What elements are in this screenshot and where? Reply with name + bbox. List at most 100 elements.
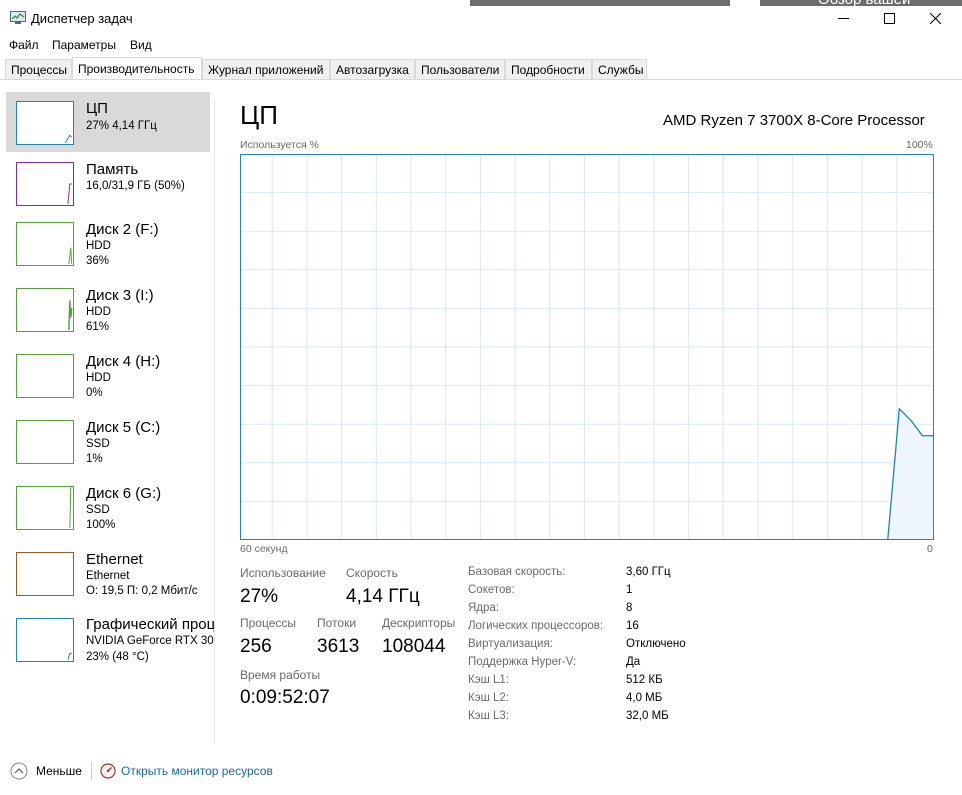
sidebar-item-disk-3[interactable]: Диск 3 (I:) HDD 61%	[6, 282, 210, 342]
disk-thumbnail	[16, 288, 74, 332]
minimize-button[interactable]	[820, 0, 866, 36]
sidebar-item-detail: 36%	[86, 255, 110, 267]
sidebar-item-name: Память	[86, 161, 139, 178]
sidebar-item-detail: О: 19,5 П: 0,2 Мбит/с	[86, 585, 198, 597]
cache-l3-value: 32,0 МБ	[626, 710, 669, 722]
cache-l2-value: 4,0 МБ	[626, 692, 663, 704]
threads-label: Потоки	[317, 616, 357, 630]
logical-processors-label: Логических процессоров:	[468, 620, 604, 632]
sidebar-item-name: Диск 4 (H:)	[86, 353, 161, 370]
sidebar-item-detail: 61%	[86, 321, 110, 333]
cpu-thumbnail	[16, 101, 74, 145]
window-title: Диспетчер задач	[31, 11, 133, 26]
sidebar-item-gpu[interactable]: Графический проц NVIDIA GeForce RTX 307 …	[6, 612, 214, 672]
minimize-icon	[837, 17, 849, 19]
fewer-details-button[interactable]: Меньше	[10, 761, 90, 781]
sidebar-item-type: SSD	[86, 438, 110, 450]
sidebar-item-detail: 16,0/31,9 ГБ (50%)	[86, 180, 185, 192]
uptime-label: Время работы	[240, 668, 321, 682]
sidebar-item-disk-5[interactable]: Диск 5 (C:) SSD 1%	[6, 414, 210, 474]
sidebar-item-type: SSD	[86, 504, 110, 516]
memory-thumbnail	[16, 162, 74, 206]
menu-options[interactable]: Параметры	[52, 38, 116, 52]
sidebar-divider	[214, 100, 215, 743]
chart-x-right-label: 0	[927, 543, 933, 555]
tab-users[interactable]: Пользователи	[415, 59, 505, 79]
disk-thumbnail	[16, 486, 74, 530]
sidebar-item-type: HDD	[86, 306, 111, 318]
resource-monitor-icon	[100, 763, 116, 779]
maximize-button[interactable]	[866, 0, 912, 36]
sidebar-item-type: Ethernet	[86, 570, 130, 582]
disk-thumbnail	[16, 222, 74, 266]
sidebar-item-detail: 100%	[86, 519, 116, 531]
open-resource-monitor-link[interactable]: Открыть монитор ресурсов	[100, 761, 280, 781]
disk-thumbnail	[16, 420, 74, 464]
processes-label: Процессы	[240, 616, 297, 630]
chart-y-label: Используется %	[240, 139, 319, 151]
sidebar-item-type: HDD	[86, 240, 111, 252]
close-icon	[929, 12, 941, 24]
cache-l1-label: Кэш L1:	[468, 674, 509, 686]
processes-value: 256	[240, 636, 272, 657]
gpu-thumbnail	[16, 618, 74, 662]
chevron-up-circle-icon	[10, 762, 28, 780]
sidebar-item-name: Диск 6 (G:)	[86, 485, 162, 502]
chart-x-left-label: 60 секунд	[240, 543, 288, 555]
sidebar-item-name: Диск 3 (I:)	[86, 287, 154, 304]
threads-value: 3613	[317, 636, 360, 657]
handles-value: 108044	[382, 636, 446, 657]
sidebar-item-ethernet[interactable]: Ethernet Ethernet О: 19,5 П: 0,2 Мбит/с	[6, 546, 216, 606]
base-speed-value: 3,60 ГГц	[626, 566, 671, 578]
sidebar-item-disk-4[interactable]: Диск 4 (H:) HDD 0%	[6, 348, 210, 408]
close-button[interactable]	[912, 0, 958, 36]
speed-label: Скорость	[346, 566, 398, 580]
logical-processors-value: 16	[626, 620, 639, 632]
tab-app-history[interactable]: Журнал приложений	[202, 59, 330, 79]
sidebar-item-type: HDD	[86, 372, 111, 384]
cache-l1-value: 512 КБ	[626, 674, 663, 686]
menu-view[interactable]: Вид	[130, 38, 152, 52]
disk-thumbnail	[16, 354, 74, 398]
sidebar-item-cpu[interactable]: ЦП 27% 4,14 ГГц	[6, 92, 210, 152]
cpu-usage-area	[887, 408, 934, 540]
tab-services[interactable]: Службы	[592, 59, 647, 79]
menu-file[interactable]: Файл	[9, 38, 39, 52]
usage-value: 27%	[240, 586, 279, 607]
tab-startup[interactable]: Автозагрузка	[330, 59, 415, 79]
sidebar-item-detail: 1%	[86, 453, 103, 465]
usage-label: Использование	[240, 566, 326, 580]
fewer-details-label: Меньше	[36, 764, 82, 778]
ethernet-thumbnail	[16, 552, 74, 596]
cache-l3-label: Кэш L3:	[468, 710, 509, 722]
sidebar-item-detail: 23% (48 °C)	[86, 651, 149, 663]
sockets-label: Сокетов:	[468, 584, 515, 596]
sidebar-item-name: ЦП	[86, 100, 108, 117]
sidebar-item-name: Ethernet	[86, 551, 143, 568]
speed-value: 4,14 ГГц	[346, 586, 420, 607]
maximize-icon	[883, 12, 895, 24]
sidebar-item-name: Диск 2 (F:)	[86, 221, 159, 238]
sidebar-item-memory[interactable]: Память 16,0/31,9 ГБ (50%)	[6, 156, 210, 216]
cpu-model-name: AMD Ryzen 7 3700X 8-Core Processor	[663, 112, 925, 129]
tab-details[interactable]: Подробности	[505, 59, 592, 79]
title-bar[interactable]	[0, 6, 962, 36]
hyper-v-label: Поддержка Hyper-V:	[468, 656, 577, 668]
virtualization-value: Отключено	[626, 638, 686, 650]
sidebar-item-disk-2[interactable]: Диск 2 (F:) HDD 36%	[6, 216, 210, 276]
sidebar-item-name: Диск 5 (C:)	[86, 419, 161, 436]
tab-performance[interactable]: Производительность	[72, 57, 202, 79]
chart-y-max-label: 100%	[906, 139, 933, 151]
tab-processes[interactable]: Процессы	[5, 59, 72, 79]
page-title: ЦП	[240, 100, 278, 130]
cache-l2-label: Кэш L2:	[468, 692, 509, 704]
sidebar-item-detail: 27% 4,14 ГГц	[86, 120, 157, 132]
sidebar-item-type: NVIDIA GeForce RTX 307	[86, 635, 214, 647]
chart-grid	[240, 154, 934, 540]
sockets-value: 1	[626, 584, 633, 596]
cpu-usage-chart	[240, 154, 934, 540]
sidebar-item-detail: 0%	[86, 387, 103, 399]
sidebar-item-disk-6[interactable]: Диск 6 (G:) SSD 100%	[6, 480, 210, 540]
task-manager-icon	[10, 11, 26, 24]
base-speed-label: Базовая скорость:	[468, 566, 566, 578]
